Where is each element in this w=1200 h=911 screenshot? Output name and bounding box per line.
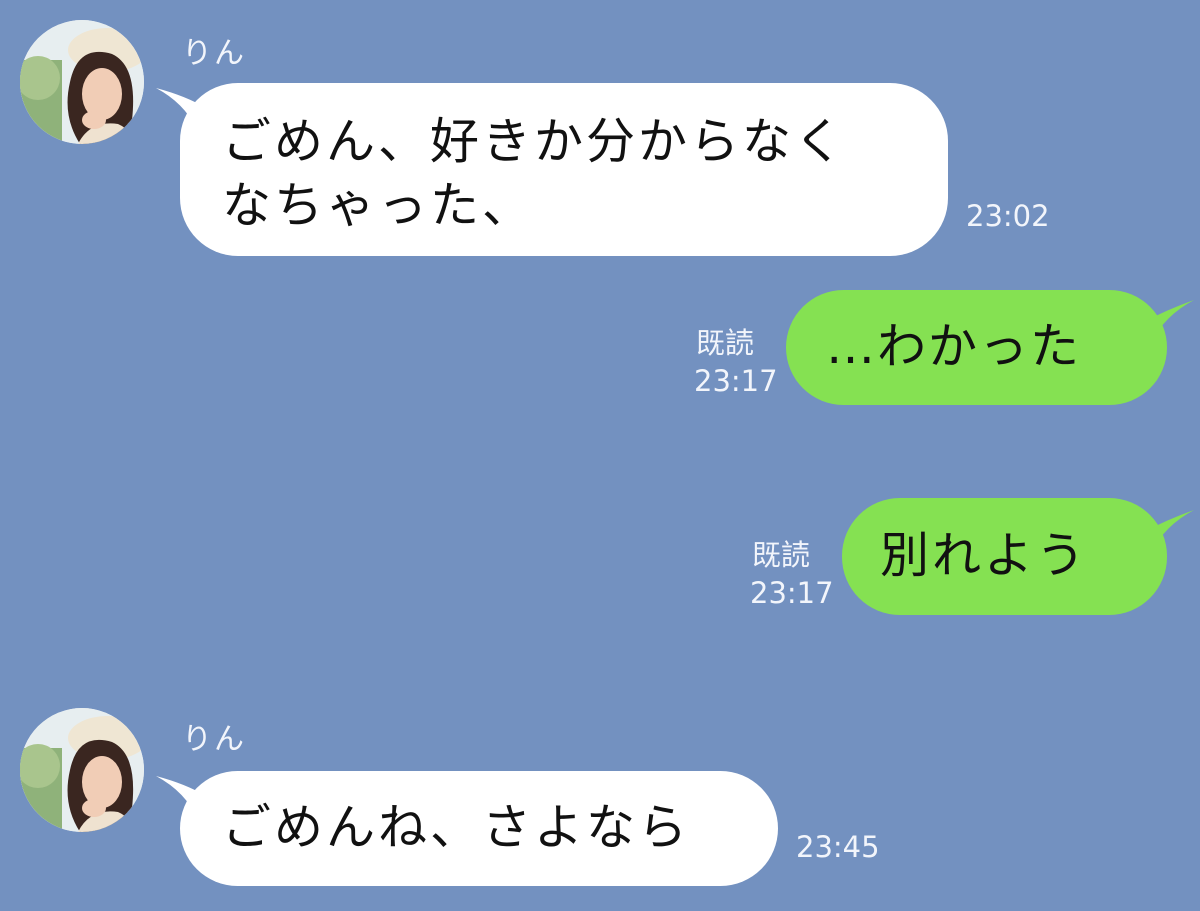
message-text: …わかった	[826, 318, 1082, 375]
message-meta: 既読 23:17	[680, 324, 778, 400]
message-text: ごめんね、さよなら	[222, 799, 691, 856]
message-time: 23:17	[750, 576, 834, 610]
read-receipt: 既読	[752, 538, 811, 572]
sender-avatar[interactable]	[20, 20, 144, 144]
message-meta: 既読 23:17	[736, 536, 834, 612]
message-bubble[interactable]: ごめん、好きか分からなく なちゃった、	[180, 83, 948, 256]
bubble-tail	[1144, 510, 1194, 552]
sender-avatar[interactable]	[20, 708, 144, 832]
bubble-tail	[1144, 300, 1194, 342]
message-bubble[interactable]: ごめんね、さよなら	[180, 771, 778, 886]
message-text: ごめん、好きか分からなく なちゃった、	[222, 113, 847, 234]
message-time: 23:17	[694, 364, 778, 398]
profile-photo-icon	[20, 708, 144, 832]
message-bubble[interactable]: 別れよう	[842, 498, 1167, 615]
message-time: 23:45	[796, 830, 880, 864]
read-receipt: 既読	[696, 326, 755, 360]
message-text: 別れよう	[880, 527, 1089, 584]
message-bubble[interactable]: …わかった	[786, 290, 1167, 405]
chat-thread: りん ごめん、好きか分からなく なちゃった、 23:02 既読 23:17 …わ…	[0, 0, 1200, 911]
sender-name: りん	[182, 36, 246, 71]
message-time: 23:02	[966, 199, 1050, 233]
sender-name: りん	[182, 722, 246, 757]
profile-photo-icon	[20, 20, 144, 144]
